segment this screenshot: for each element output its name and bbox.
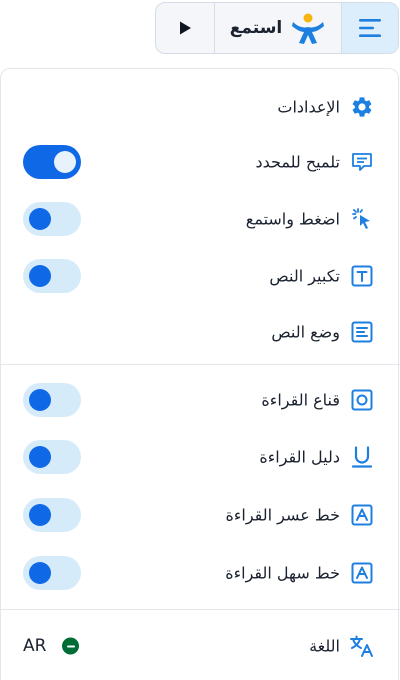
text-mode-label: وضع النص	[271, 322, 340, 342]
tooltip-row[interactable]: تلميح للمحدد	[1, 142, 400, 182]
text-size-toggle[interactable]	[23, 259, 81, 293]
listen-label: استمع	[229, 18, 283, 38]
dyslexia-font-label: خط عسر القراءة	[225, 505, 341, 525]
language-row[interactable]: اللغة AR	[1, 626, 400, 666]
click-listen-row[interactable]: اضغط واستمع	[1, 199, 400, 239]
settings-header[interactable]: الإعدادات	[1, 87, 400, 127]
readable-font-icon	[349, 560, 375, 586]
toggle-knob	[29, 208, 51, 230]
listen-logo-icon	[292, 13, 325, 44]
divider	[1, 609, 400, 610]
reading-guide-icon	[349, 444, 375, 470]
reading-mask-label: قناع القراءة	[261, 390, 340, 410]
toggle-knob	[54, 151, 76, 173]
dyslexia-font-icon	[349, 502, 375, 528]
reading-mask-icon	[349, 387, 375, 413]
divider	[1, 364, 400, 365]
menu-icon	[359, 19, 381, 37]
tooltip-icon	[349, 149, 375, 175]
play-icon	[180, 21, 191, 35]
text-mode-icon	[349, 319, 375, 345]
settings-label: الإعدادات	[277, 97, 340, 117]
toggle-knob	[29, 446, 51, 468]
reading-mask-row[interactable]: قناع القراءة	[1, 380, 400, 420]
readable-font-label: خط سهل القراءة	[225, 563, 340, 583]
dyslexia-font-row[interactable]: خط عسر القراءة	[1, 495, 400, 535]
play-button[interactable]	[156, 3, 215, 53]
menu-button[interactable]	[342, 3, 398, 53]
gear-icon	[349, 94, 375, 120]
text-mode-row[interactable]: وضع النص	[1, 312, 400, 352]
tooltip-toggle[interactable]	[23, 145, 81, 179]
language-code[interactable]: AR	[23, 636, 46, 656]
dyslexia-font-toggle[interactable]	[23, 498, 81, 532]
toggle-knob	[29, 265, 51, 287]
reading-mask-toggle[interactable]	[23, 383, 81, 417]
reading-guide-label: دليل القراءة	[259, 447, 340, 467]
readable-font-row[interactable]: خط سهل القراءة	[1, 553, 400, 593]
translate-icon	[349, 633, 375, 659]
toggle-knob	[29, 504, 51, 526]
text-size-row[interactable]: تكبير النص	[1, 256, 400, 296]
click-icon	[349, 206, 375, 232]
reading-guide-toggle[interactable]	[23, 440, 81, 474]
readable-font-toggle[interactable]	[23, 556, 81, 590]
text-size-label: تكبير النص	[269, 266, 340, 286]
tooltip-label: تلميح للمحدد	[255, 152, 340, 172]
listen-button[interactable]: استمع	[215, 3, 342, 53]
click-listen-label: اضغط واستمع	[245, 209, 340, 229]
top-toolbar: استمع	[155, 2, 399, 54]
language-label: اللغة	[309, 636, 340, 656]
accessibility-panel: الإعدادات تلميح للمحدد اضغط واستمع تكبير…	[0, 68, 400, 680]
toggle-knob	[29, 389, 51, 411]
toggle-knob	[29, 562, 51, 584]
text-size-icon	[349, 263, 375, 289]
reading-guide-row[interactable]: دليل القراءة	[1, 437, 400, 477]
saudi-flag-icon	[62, 637, 79, 655]
click-listen-toggle[interactable]	[23, 202, 81, 236]
